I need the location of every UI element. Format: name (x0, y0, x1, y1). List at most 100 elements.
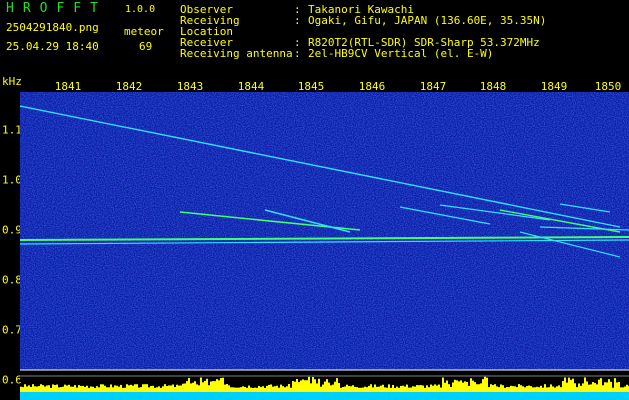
level-bar (332, 384, 334, 392)
level-bar (446, 380, 448, 392)
level-bar (544, 384, 546, 392)
level-bar (554, 387, 556, 392)
level-bar (402, 385, 404, 392)
level-bar (594, 382, 596, 392)
capture-datetime: 25.04.29 18:40 (6, 40, 99, 53)
level-bar (454, 379, 456, 392)
level-bar (296, 378, 298, 392)
level-bar (94, 387, 96, 392)
level-bar (584, 377, 586, 392)
level-bar (300, 380, 302, 392)
level-bar (252, 387, 254, 392)
level-bar (356, 387, 358, 392)
level-bar (344, 386, 346, 392)
level-bar (228, 385, 230, 392)
level-bar (532, 387, 534, 392)
level-bar (22, 387, 24, 392)
level-bar (250, 387, 252, 392)
level-bar (66, 385, 68, 392)
level-bar (104, 385, 106, 392)
level-bar (84, 386, 86, 392)
level-bar (204, 380, 206, 392)
level-bar (132, 385, 134, 392)
level-bar (212, 381, 214, 392)
level-bar (364, 386, 366, 392)
level-bar (398, 387, 400, 392)
level-bar (198, 385, 200, 392)
level-bar (546, 387, 548, 392)
level-bar (128, 385, 130, 392)
level-bar (150, 386, 152, 392)
level-bar (438, 384, 440, 392)
location-key: Receiving Location (180, 14, 240, 38)
level-bar (610, 381, 612, 392)
level-bar (174, 387, 176, 392)
level-bar (272, 386, 274, 392)
level-bar (444, 382, 446, 392)
level-bar (362, 387, 364, 392)
level-bar (260, 386, 262, 392)
level-bar (600, 378, 602, 392)
level-bar (186, 381, 188, 392)
level-bar (456, 380, 458, 392)
level-bar (54, 385, 56, 392)
level-bar (528, 385, 530, 392)
level-bar (346, 384, 348, 392)
level-bar (406, 384, 408, 392)
level-bar (564, 377, 566, 392)
level-bar (92, 386, 94, 392)
level-bar (430, 384, 432, 392)
level-bar (172, 384, 174, 392)
level-bar (134, 384, 136, 392)
level-bar (60, 387, 62, 392)
level-bar (388, 384, 390, 392)
station-info: Observer : Takanori Kawachi Receiving Lo… (180, 4, 546, 59)
level-bar (298, 382, 300, 392)
meteor-count: 69 (139, 40, 153, 53)
level-bar (416, 385, 418, 392)
level-bar (392, 384, 394, 392)
level-bar (264, 387, 266, 392)
level-bar (196, 384, 198, 392)
image-filename: 2504291840.png (6, 21, 99, 34)
level-bar (474, 382, 476, 392)
level-bar (592, 382, 594, 392)
level-bar (620, 387, 622, 392)
level-bar (418, 385, 420, 392)
level-bar (596, 384, 598, 392)
level-bar (82, 385, 84, 392)
level-bar (312, 377, 314, 392)
level-bar (352, 385, 354, 392)
level-bar (342, 387, 344, 392)
level-bar (542, 387, 544, 392)
level-bar (24, 384, 26, 392)
level-bar (588, 384, 590, 392)
level-bar (56, 384, 58, 392)
level-bar (38, 386, 40, 392)
level-bar (566, 382, 568, 392)
location-row: Receiving Location : Ogaki, Gifu, JAPAN … (180, 15, 546, 37)
level-bar (304, 380, 306, 392)
level-bar (194, 381, 196, 392)
level-bar (290, 387, 292, 392)
level-bar (152, 385, 154, 392)
level-bar (244, 386, 246, 392)
level-bar (240, 387, 242, 392)
level-bar (72, 386, 74, 392)
level-bar (580, 385, 582, 392)
level-bar (176, 384, 178, 392)
level-bar (190, 383, 192, 392)
level-bar (320, 386, 322, 392)
level-bar (124, 387, 126, 392)
level-bar (520, 385, 522, 392)
level-bar (62, 386, 64, 392)
level-bar (156, 387, 158, 392)
level-bar (106, 387, 108, 392)
level-bar (202, 382, 204, 392)
level-bar (576, 387, 578, 392)
level-bar (560, 387, 562, 392)
level-bar (70, 386, 72, 392)
level-bar (408, 387, 410, 392)
level-bar (334, 381, 336, 392)
level-bar (58, 387, 60, 392)
